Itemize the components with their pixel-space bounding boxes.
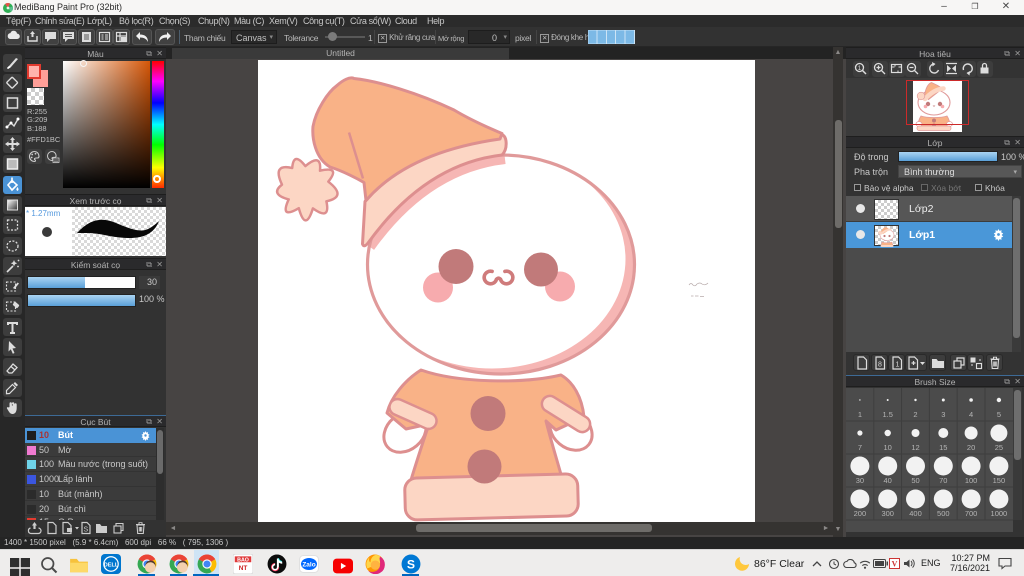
- svg-text:5: 5: [997, 410, 1001, 419]
- svg-text:8: 8: [878, 362, 882, 369]
- svg-text:NT: NT: [239, 565, 248, 572]
- svg-text:200: 200: [854, 509, 867, 518]
- svg-text:12: 12: [911, 443, 919, 452]
- svg-text:300: 300: [881, 509, 894, 518]
- svg-text:100: 100: [965, 476, 978, 485]
- svg-text:40: 40: [884, 476, 892, 485]
- svg-text:2: 2: [913, 410, 917, 419]
- svg-text:3: 3: [941, 410, 945, 419]
- svg-text:1000: 1000: [991, 509, 1008, 518]
- svg-text:10: 10: [884, 443, 892, 452]
- svg-text:400: 400: [909, 509, 922, 518]
- svg-text:500: 500: [937, 509, 950, 518]
- svg-text:150: 150: [993, 476, 1006, 485]
- svg-text:1.5: 1.5: [882, 410, 892, 419]
- svg-text:1: 1: [896, 362, 900, 369]
- svg-text:20: 20: [967, 443, 975, 452]
- svg-text:25: 25: [995, 443, 1003, 452]
- svg-text:V: V: [892, 560, 898, 569]
- svg-text:700: 700: [965, 509, 978, 518]
- svg-text:50: 50: [911, 476, 919, 485]
- svg-text:BAO: BAO: [237, 557, 249, 563]
- svg-text:S: S: [407, 557, 415, 571]
- svg-text:DELL: DELL: [104, 563, 119, 569]
- svg-text:7: 7: [858, 443, 862, 452]
- svg-text:30: 30: [856, 476, 864, 485]
- svg-text:4: 4: [969, 410, 973, 419]
- svg-text:1: 1: [858, 410, 862, 419]
- svg-text:70: 70: [939, 476, 947, 485]
- svg-text:15: 15: [939, 443, 947, 452]
- svg-text:Zalo: Zalo: [302, 562, 315, 569]
- svg-text:S: S: [84, 527, 89, 534]
